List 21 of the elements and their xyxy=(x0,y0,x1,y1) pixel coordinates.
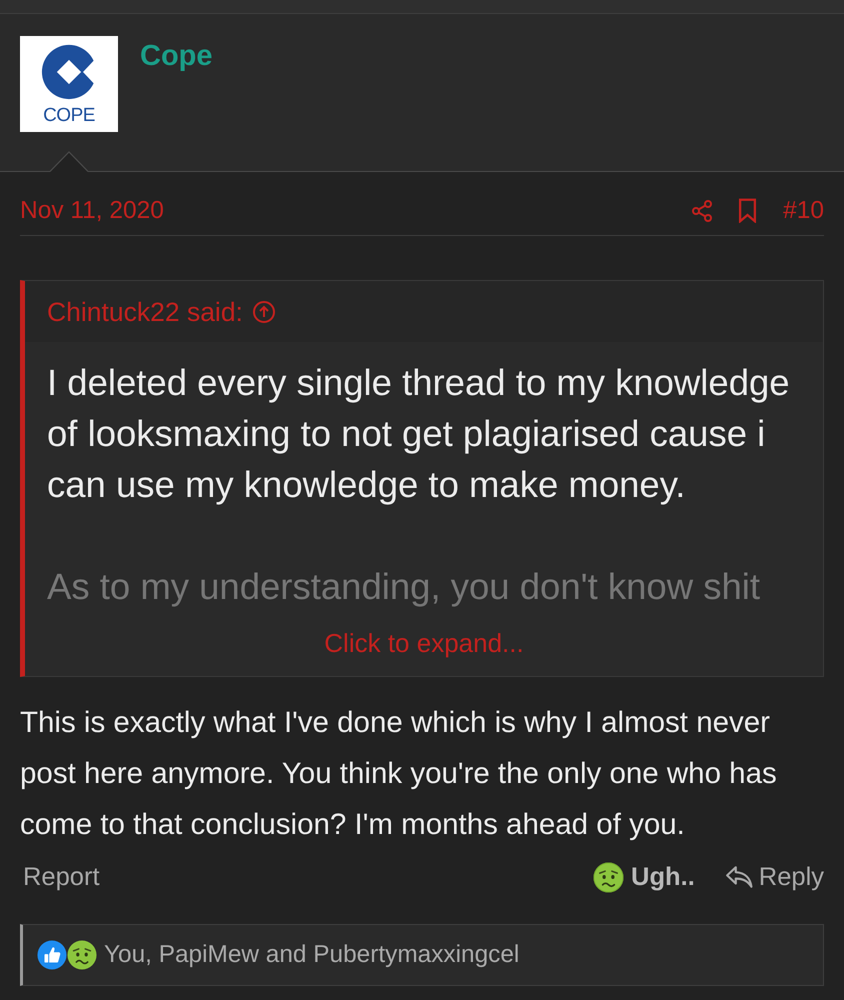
reply-button[interactable]: Reply xyxy=(724,862,824,892)
reactions-summary-link[interactable]: You, PapiMew and Pubertymaxxingcel xyxy=(104,941,520,969)
reaction-button[interactable]: Ugh.. xyxy=(593,862,695,892)
quote-attribution-link[interactable]: Chintuck22 said: xyxy=(47,296,243,326)
message-text: This is exactly what I've done which is why I almost never post here anymore. You think you're the only one who has come to that conclusion? I'm months ahead of you. xyxy=(20,705,778,843)
thumbs-up-icon xyxy=(37,940,67,970)
quote-paragraph: I deleted every single thread to my knowledge of looksmaxing to not get plagiarised cause i can use my knowledge to make money. xyxy=(47,361,791,507)
username-link[interactable]: Cope xyxy=(140,39,212,73)
sick-face-icon xyxy=(593,862,624,892)
logo-icon xyxy=(41,44,97,100)
post-date-link[interactable]: Nov 11, 2020 xyxy=(20,196,164,226)
bookmark-icon[interactable] xyxy=(738,198,758,223)
quote-paragraph: As to my understanding, you don't know shit xyxy=(47,565,762,609)
sick-face-icon xyxy=(67,940,97,970)
reply-icon xyxy=(724,865,753,889)
share-icon[interactable] xyxy=(690,198,714,222)
logo-text: COPE xyxy=(43,106,95,126)
expand-link[interactable]: Click to expand... xyxy=(324,629,524,657)
report-link[interactable]: Report xyxy=(23,862,100,892)
post-number-link[interactable]: #10 xyxy=(783,196,824,226)
arrow-up-circle-icon[interactable] xyxy=(252,300,276,324)
